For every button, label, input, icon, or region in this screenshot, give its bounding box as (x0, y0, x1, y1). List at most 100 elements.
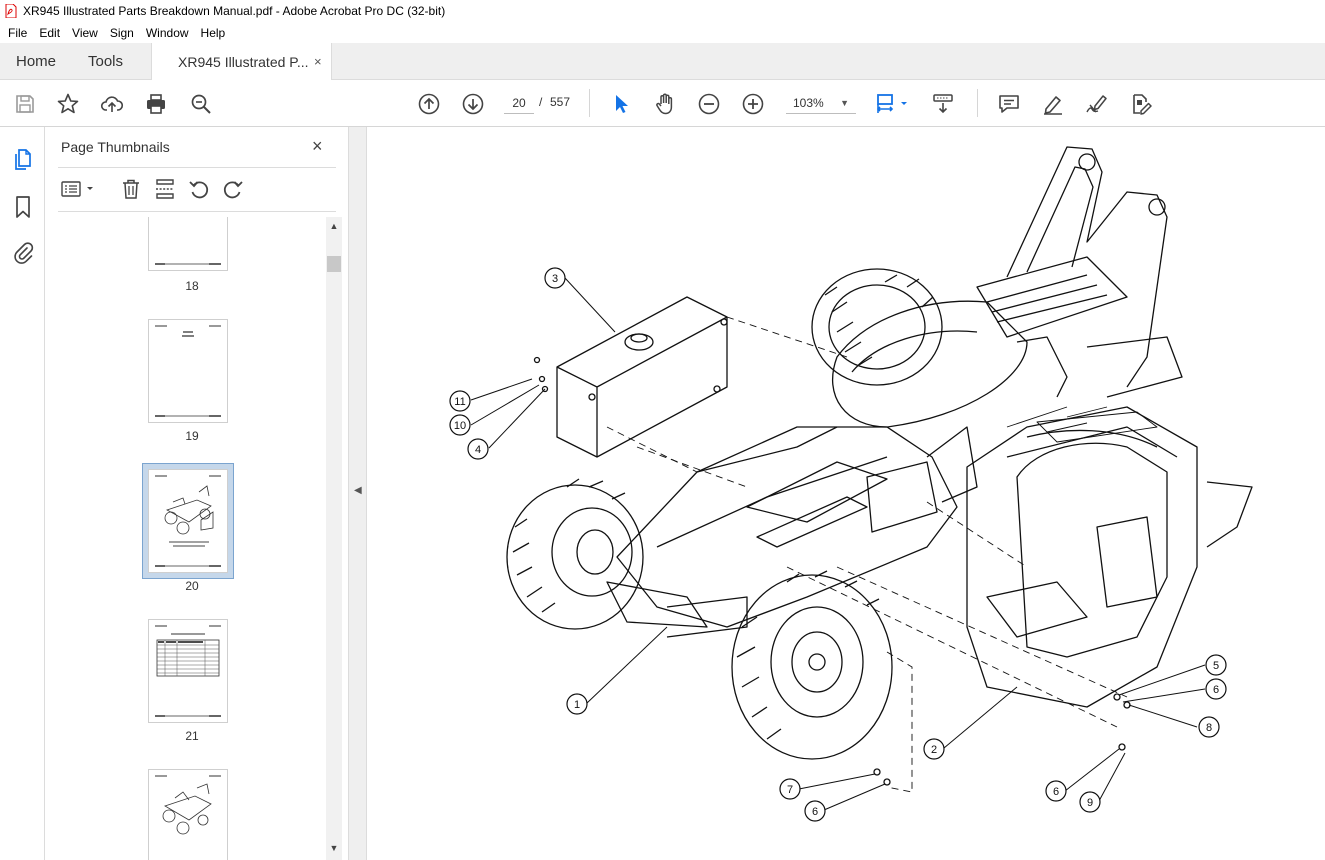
menu-file[interactable]: File (2, 26, 33, 40)
text-page-preview (155, 325, 221, 417)
page-thumbnail[interactable] (148, 319, 228, 423)
bookmarks-rail-button[interactable] (10, 194, 36, 220)
save-button[interactable] (12, 91, 38, 117)
blank-page-preview (155, 263, 221, 265)
comment-icon (999, 95, 1019, 113)
pen-highlight-icon (1044, 96, 1062, 115)
document-view[interactable]: 3 11 10 4 1 2 5 6 8 7 6 6 9 (367, 127, 1325, 860)
tab-tools[interactable]: Tools (88, 53, 123, 70)
divider (58, 211, 336, 212)
rotate-left-icon (189, 181, 209, 199)
attachments-rail-button[interactable] (10, 239, 36, 265)
zoom-out-button[interactable] (696, 91, 722, 117)
callout-label: 5 (1213, 660, 1219, 672)
panel-splitter[interactable]: ◀ (348, 127, 367, 860)
page-thumbnail-selected[interactable] (148, 469, 228, 573)
hand-icon (656, 93, 673, 115)
window-title: XR945 Illustrated Parts Breakdown Manual… (23, 4, 446, 18)
rotate-counterclockwise-button[interactable] (187, 177, 211, 201)
collapse-panel-icon[interactable]: ◀ (354, 485, 362, 496)
acrobat-icon (5, 4, 17, 18)
thumbnail-page-number: 20 (185, 579, 199, 593)
extract-pages-icon (156, 179, 174, 199)
page-thumbnails-icon (15, 149, 31, 170)
plus-circle-icon (742, 93, 764, 115)
scroll-down-arrow-icon[interactable]: ▼ (326, 843, 342, 853)
cloud-upload-icon (100, 96, 124, 112)
menu-help[interactable]: Help (195, 26, 232, 40)
thumbnail-options-button[interactable] (60, 177, 98, 201)
upload-button[interactable] (99, 91, 125, 117)
menu-view[interactable]: View (66, 26, 104, 40)
thumbnail-scrollbar[interactable]: ▲ ▼ (326, 217, 342, 860)
rotate-right-icon (223, 181, 243, 199)
zoom-in-button[interactable] (740, 91, 766, 117)
chevron-down-icon: ▼ (840, 98, 849, 108)
bookmark-star-button[interactable] (55, 91, 81, 117)
zoom-level-value: 103% (793, 96, 824, 110)
toolbar-divider (977, 89, 978, 117)
panel-close-button[interactable]: × (312, 136, 323, 157)
rotate-clockwise-button[interactable] (221, 177, 245, 201)
fit-page-icon (876, 94, 907, 113)
hand-tool-button[interactable] (652, 91, 678, 117)
thumbnail-page-number: 21 (185, 729, 199, 743)
title-bar: XR945 Illustrated Parts Breakdown Manual… (0, 0, 1325, 22)
fill-sign-button[interactable] (1084, 91, 1110, 117)
scrollbar-thumb[interactable] (327, 256, 341, 272)
divider (58, 167, 336, 168)
menu-bar: File Edit View Sign Window Help (0, 22, 1325, 43)
drawing-page-preview (155, 775, 221, 835)
callout-label: 6 (1213, 684, 1219, 696)
menu-window[interactable]: Window (140, 26, 195, 40)
callout-label: 8 (1206, 722, 1212, 734)
extract-page-button[interactable] (153, 177, 177, 201)
paperclip-icon (14, 242, 34, 264)
callout-label: 9 (1087, 797, 1093, 809)
total-pages: 557 (550, 95, 571, 109)
thumbnail-list: 18 19 20 21 (58, 217, 326, 860)
zoom-level-select[interactable]: 103% ▼ (786, 92, 856, 114)
page-thumbnail[interactable] (148, 769, 228, 860)
scroll-up-arrow-icon[interactable]: ▲ (326, 221, 342, 231)
page-number-input[interactable]: 20 (504, 92, 534, 114)
page-thumbnails-panel: Page Thumbnails × 18 19 20 21 ▲ ▼ (46, 127, 348, 860)
keyboard-scroll-icon (933, 94, 953, 114)
arrow-down-circle-icon (462, 93, 484, 115)
tab-close-button[interactable]: × (314, 54, 322, 69)
callout-label: 11 (454, 396, 465, 408)
page-separator: / (539, 95, 543, 109)
printer-icon (147, 94, 165, 114)
thumbnail-page-number: 19 (185, 429, 199, 443)
select-tool-button[interactable] (608, 91, 634, 117)
callout-label: 3 (552, 273, 558, 285)
drawing-page-preview (155, 475, 221, 567)
tab-home[interactable]: Home (16, 53, 56, 70)
edit-pdf-button[interactable] (1128, 91, 1154, 117)
callout-label: 1 (574, 699, 580, 711)
page-thumbnails-rail-button[interactable] (10, 147, 36, 173)
highlight-button[interactable] (1040, 91, 1066, 117)
page-fit-button[interactable] (874, 91, 914, 117)
navigation-rail (0, 127, 45, 860)
page-thumbnail[interactable] (148, 217, 228, 271)
find-zoom-button[interactable] (188, 91, 214, 117)
list-options-icon (61, 181, 93, 197)
next-page-button[interactable] (460, 91, 486, 117)
panel-title: Page Thumbnails (61, 139, 170, 155)
menu-edit[interactable]: Edit (33, 26, 66, 40)
exploded-parts-drawing: 3 11 10 4 1 2 5 6 8 7 6 6 9 (449, 146, 1253, 822)
comment-button[interactable] (996, 91, 1022, 117)
page-thumbnail[interactable] (148, 619, 228, 723)
tab-document[interactable]: XR945 Illustrated P... × (151, 43, 332, 81)
scroll-mode-button[interactable] (930, 91, 956, 117)
sign-pen-icon (1086, 95, 1107, 113)
delete-page-button[interactable] (119, 177, 143, 201)
callout-label: 7 (787, 784, 793, 796)
previous-page-button[interactable] (416, 91, 442, 117)
print-button[interactable] (143, 91, 169, 117)
zoom-search-icon (191, 94, 211, 114)
menu-sign[interactable]: Sign (104, 26, 140, 40)
table-page-preview (155, 625, 221, 717)
minus-circle-icon (698, 93, 720, 115)
